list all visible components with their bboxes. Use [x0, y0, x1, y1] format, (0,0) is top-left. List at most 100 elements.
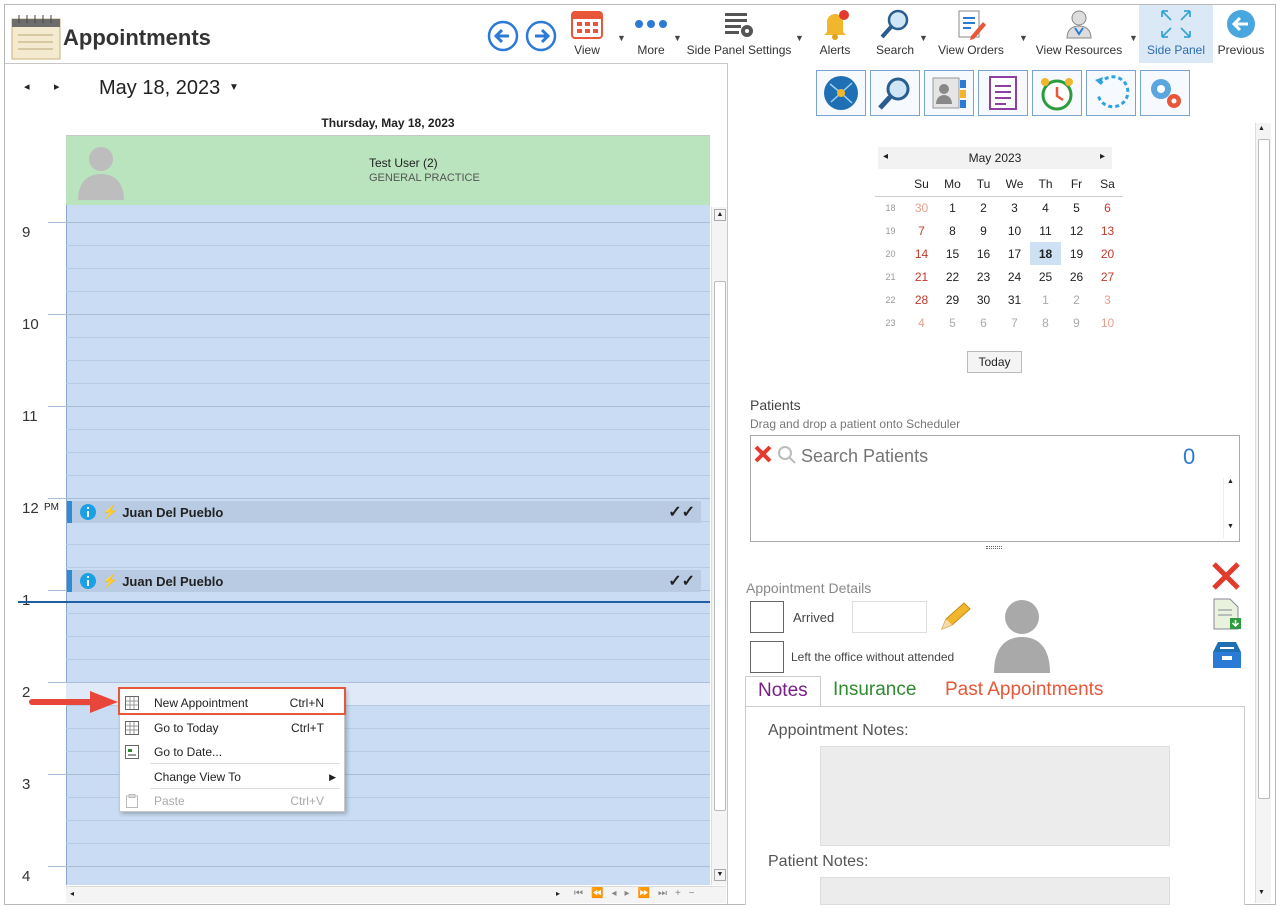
today-button[interactable]: Today — [967, 351, 1022, 373]
previous-button[interactable]: Previous — [1215, 5, 1267, 63]
calendar-day[interactable]: 24 — [999, 265, 1030, 288]
patient-list-scrollbar[interactable]: ▲ ▼ — [1223, 478, 1237, 538]
splitter-grip[interactable] — [986, 546, 1002, 549]
search-button[interactable]: Search — [871, 5, 919, 63]
calendar-day[interactable]: 1 — [937, 196, 968, 219]
date-selector[interactable]: May 18, 2023 — [99, 77, 220, 100]
calendar-day[interactable]: 6 — [1092, 196, 1123, 219]
scroll-up-icon[interactable]: ▲ — [1224, 478, 1237, 485]
calendar-day[interactable]: 7 — [999, 311, 1030, 334]
calendar-day[interactable]: 2 — [1061, 288, 1092, 311]
calendar-day[interactable]: 26 — [1061, 265, 1092, 288]
back-arrow-icon[interactable] — [487, 20, 519, 57]
calendar-day[interactable]: 29 — [937, 288, 968, 311]
calendar-day[interactable]: 18 — [1030, 242, 1061, 265]
forward-arrow-icon[interactable] — [525, 20, 557, 57]
patient-notes-field[interactable] — [820, 877, 1170, 905]
edit-pencil-icon[interactable] — [936, 599, 972, 640]
alarm-button[interactable] — [1032, 70, 1082, 116]
view-resources-button[interactable]: View Resources — [1035, 5, 1123, 63]
view-dropdown-icon[interactable]: ▼ — [617, 33, 626, 43]
search-tool-button[interactable] — [870, 70, 920, 116]
calendar-day[interactable]: 9 — [968, 219, 999, 242]
appointment-notes-field[interactable] — [820, 746, 1170, 846]
checklist-button[interactable] — [978, 70, 1028, 116]
date-dropdown-icon[interactable]: ▼ — [229, 82, 239, 93]
arrived-checkbox[interactable] — [750, 601, 784, 633]
calendar-day[interactable]: 19 — [1061, 242, 1092, 265]
calendar-day[interactable]: 5 — [1061, 196, 1092, 219]
side-panel-settings-button[interactable]: Side Panel Settings — [683, 5, 795, 63]
view-button[interactable]: View — [568, 5, 606, 63]
patient-search-box[interactable]: 0 — [750, 435, 1240, 477]
calendar-day[interactable]: 4 — [906, 311, 937, 334]
resources-dropdown-icon[interactable]: ▼ — [1129, 33, 1138, 43]
calendar-day[interactable]: 3 — [1092, 288, 1123, 311]
tab-notes[interactable]: Notes — [745, 676, 821, 707]
calendar-day[interactable]: 13 — [1092, 219, 1123, 242]
scroll-left-icon[interactable]: ◂ — [70, 889, 74, 898]
calendar-day[interactable]: 2 — [968, 196, 999, 219]
calendar-day[interactable]: 31 — [999, 288, 1030, 311]
appointment-item[interactable]: ⚡ Juan Del Pueblo ✓✓ — [67, 570, 701, 592]
tab-past-appointments[interactable]: Past Appointments — [945, 679, 1103, 701]
menu-item-change-view[interactable]: Change View To ▶ — [120, 765, 344, 789]
left-office-checkbox[interactable] — [750, 641, 784, 673]
menu-item-paste[interactable]: Paste Ctrl+V — [120, 789, 344, 813]
calendar-day[interactable]: 17 — [999, 242, 1030, 265]
calendar-day[interactable]: 11 — [1030, 219, 1061, 242]
delete-icon[interactable] — [1210, 560, 1242, 597]
arrived-time-field[interactable] — [852, 601, 927, 633]
clear-search-icon[interactable] — [753, 444, 773, 469]
calendar-day[interactable]: 14 — [906, 242, 937, 265]
settings-tool-button[interactable] — [1140, 70, 1190, 116]
calendar-day[interactable]: 27 — [1092, 265, 1123, 288]
more-dropdown-icon[interactable]: ▼ — [673, 33, 682, 43]
orders-dropdown-icon[interactable]: ▼ — [1019, 33, 1028, 43]
refresh-button[interactable] — [1086, 70, 1136, 116]
calendar-day[interactable]: 12 — [1061, 219, 1092, 242]
next-month-icon[interactable]: ▸ — [1100, 151, 1105, 162]
calendar-day[interactable]: 15 — [937, 242, 968, 265]
menu-item-go-to-date[interactable]: Go to Date... — [120, 740, 344, 764]
scroll-thumb[interactable] — [714, 281, 726, 811]
calendar-day[interactable]: 9 — [1061, 311, 1092, 334]
tab-insurance[interactable]: Insurance — [833, 679, 916, 701]
calendar-day[interactable]: 3 — [999, 196, 1030, 219]
calendar-day[interactable]: 10 — [999, 219, 1030, 242]
calendar-day[interactable]: 23 — [968, 265, 999, 288]
calendar-day[interactable]: 10 — [1092, 311, 1123, 334]
calendar-day[interactable]: 7 — [906, 219, 937, 242]
scroll-right-icon[interactable]: ▸ — [556, 889, 560, 898]
side-panel-scrollbar[interactable]: ▲ ▼ — [1255, 123, 1271, 903]
appointment-item[interactable]: ⚡ Juan Del Pueblo ✓✓ — [67, 501, 701, 523]
patient-search-input[interactable] — [801, 444, 1161, 468]
calendar-day[interactable]: 22 — [937, 265, 968, 288]
prev-day-icon[interactable]: ◂ — [24, 80, 30, 93]
calendar-day[interactable]: 28 — [906, 288, 937, 311]
contact-card-button[interactable] — [924, 70, 974, 116]
calendar-day[interactable]: 8 — [937, 219, 968, 242]
archive-tray-icon[interactable] — [1210, 640, 1244, 675]
export-document-icon[interactable] — [1212, 598, 1242, 635]
calendar-day[interactable]: 16 — [968, 242, 999, 265]
calendar-day[interactable]: 8 — [1030, 311, 1061, 334]
alerts-button[interactable]: Alerts — [813, 5, 857, 63]
scroll-down-icon[interactable]: ▼ — [1258, 889, 1265, 896]
more-button[interactable]: More — [629, 5, 673, 63]
calendar-day[interactable]: 30 — [968, 288, 999, 311]
patient-list[interactable]: ▲ ▼ — [750, 476, 1240, 542]
timeline-scrollbar[interactable]: ▲ ▼ — [711, 207, 727, 885]
calendar-day[interactable]: 30 — [906, 196, 937, 219]
network-button[interactable] — [816, 70, 866, 116]
horizontal-scrollbar[interactable]: ◂ ▸ ⏮⏪◂▸⏩⏭+− — [66, 886, 726, 903]
calendar-day[interactable]: 6 — [968, 311, 999, 334]
calendar-day[interactable]: 25 — [1030, 265, 1061, 288]
scroll-thumb[interactable] — [1258, 139, 1270, 799]
calendar-day[interactable]: 21 — [906, 265, 937, 288]
next-day-icon[interactable]: ▸ — [54, 80, 60, 93]
menu-item-go-to-today[interactable]: Go to Today Ctrl+T — [120, 716, 344, 740]
calendar-day[interactable]: 5 — [937, 311, 968, 334]
view-orders-button[interactable]: View Orders — [931, 5, 1011, 63]
scroll-down-icon[interactable]: ▼ — [714, 869, 726, 881]
